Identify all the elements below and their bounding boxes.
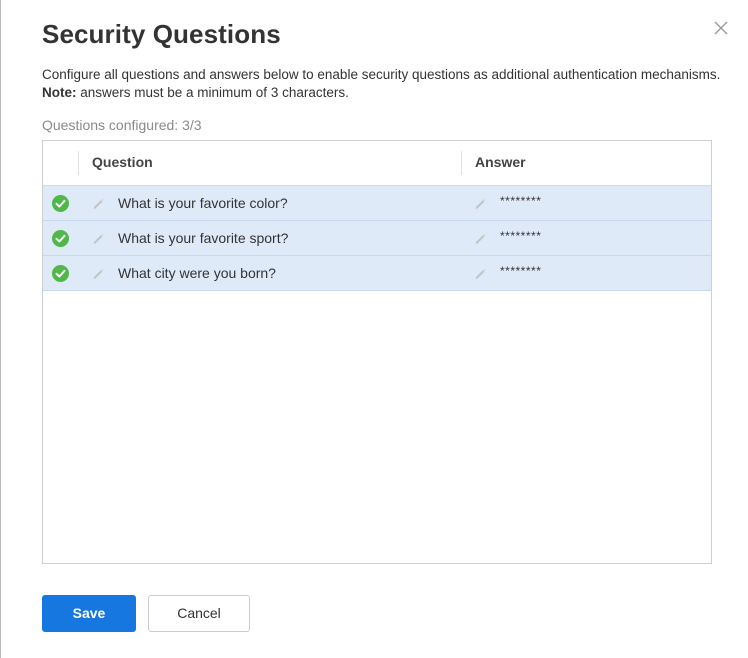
questions-configured-count: Questions configured: 3/3: [42, 117, 202, 133]
pencil-icon[interactable]: [91, 196, 105, 210]
column-separator: [78, 151, 79, 175]
question-text[interactable]: What is your favorite color?: [118, 186, 288, 220]
loading-spinner-icon: [685, 264, 703, 282]
column-separator: [461, 151, 462, 175]
answer-text[interactable]: ********: [500, 256, 541, 286]
question-text[interactable]: What is your favorite sport?: [118, 221, 288, 255]
cancel-button[interactable]: Cancel: [148, 595, 250, 632]
dialog-title: Security Questions: [42, 19, 281, 49]
check-circle-icon: [52, 195, 69, 212]
questions-table: Question Answer What is your favorite co…: [42, 140, 712, 564]
table-row[interactable]: What is your favorite color? ********: [43, 186, 711, 221]
column-header-question[interactable]: Question: [92, 141, 153, 185]
security-questions-dialog: Security Questions Configure all questio…: [0, 0, 748, 658]
check-circle-icon: [52, 265, 69, 282]
close-icon[interactable]: [711, 18, 731, 38]
table-row[interactable]: What city were you born? ********: [43, 256, 711, 291]
answer-text[interactable]: ********: [500, 221, 541, 251]
table-row[interactable]: What is your favorite sport? ********: [43, 221, 711, 256]
dialog-description: Configure all questions and answers belo…: [42, 66, 722, 102]
check-circle-icon: [52, 230, 69, 247]
pencil-icon[interactable]: [473, 266, 487, 280]
pencil-icon[interactable]: [91, 266, 105, 280]
description-text: Configure all questions and answers belo…: [42, 67, 721, 82]
pencil-icon[interactable]: [473, 231, 487, 245]
table-header: Question Answer: [43, 141, 711, 186]
pencil-icon[interactable]: [473, 196, 487, 210]
question-text[interactable]: What city were you born?: [118, 256, 276, 290]
close-button[interactable]: [711, 18, 731, 38]
save-button[interactable]: Save: [42, 595, 136, 632]
description-note-text: answers must be a minimum of 3 character…: [76, 85, 349, 100]
note-label: Note:: [42, 85, 77, 100]
column-header-answer[interactable]: Answer: [475, 141, 526, 185]
answer-text[interactable]: ********: [500, 186, 541, 216]
pencil-icon[interactable]: [91, 231, 105, 245]
